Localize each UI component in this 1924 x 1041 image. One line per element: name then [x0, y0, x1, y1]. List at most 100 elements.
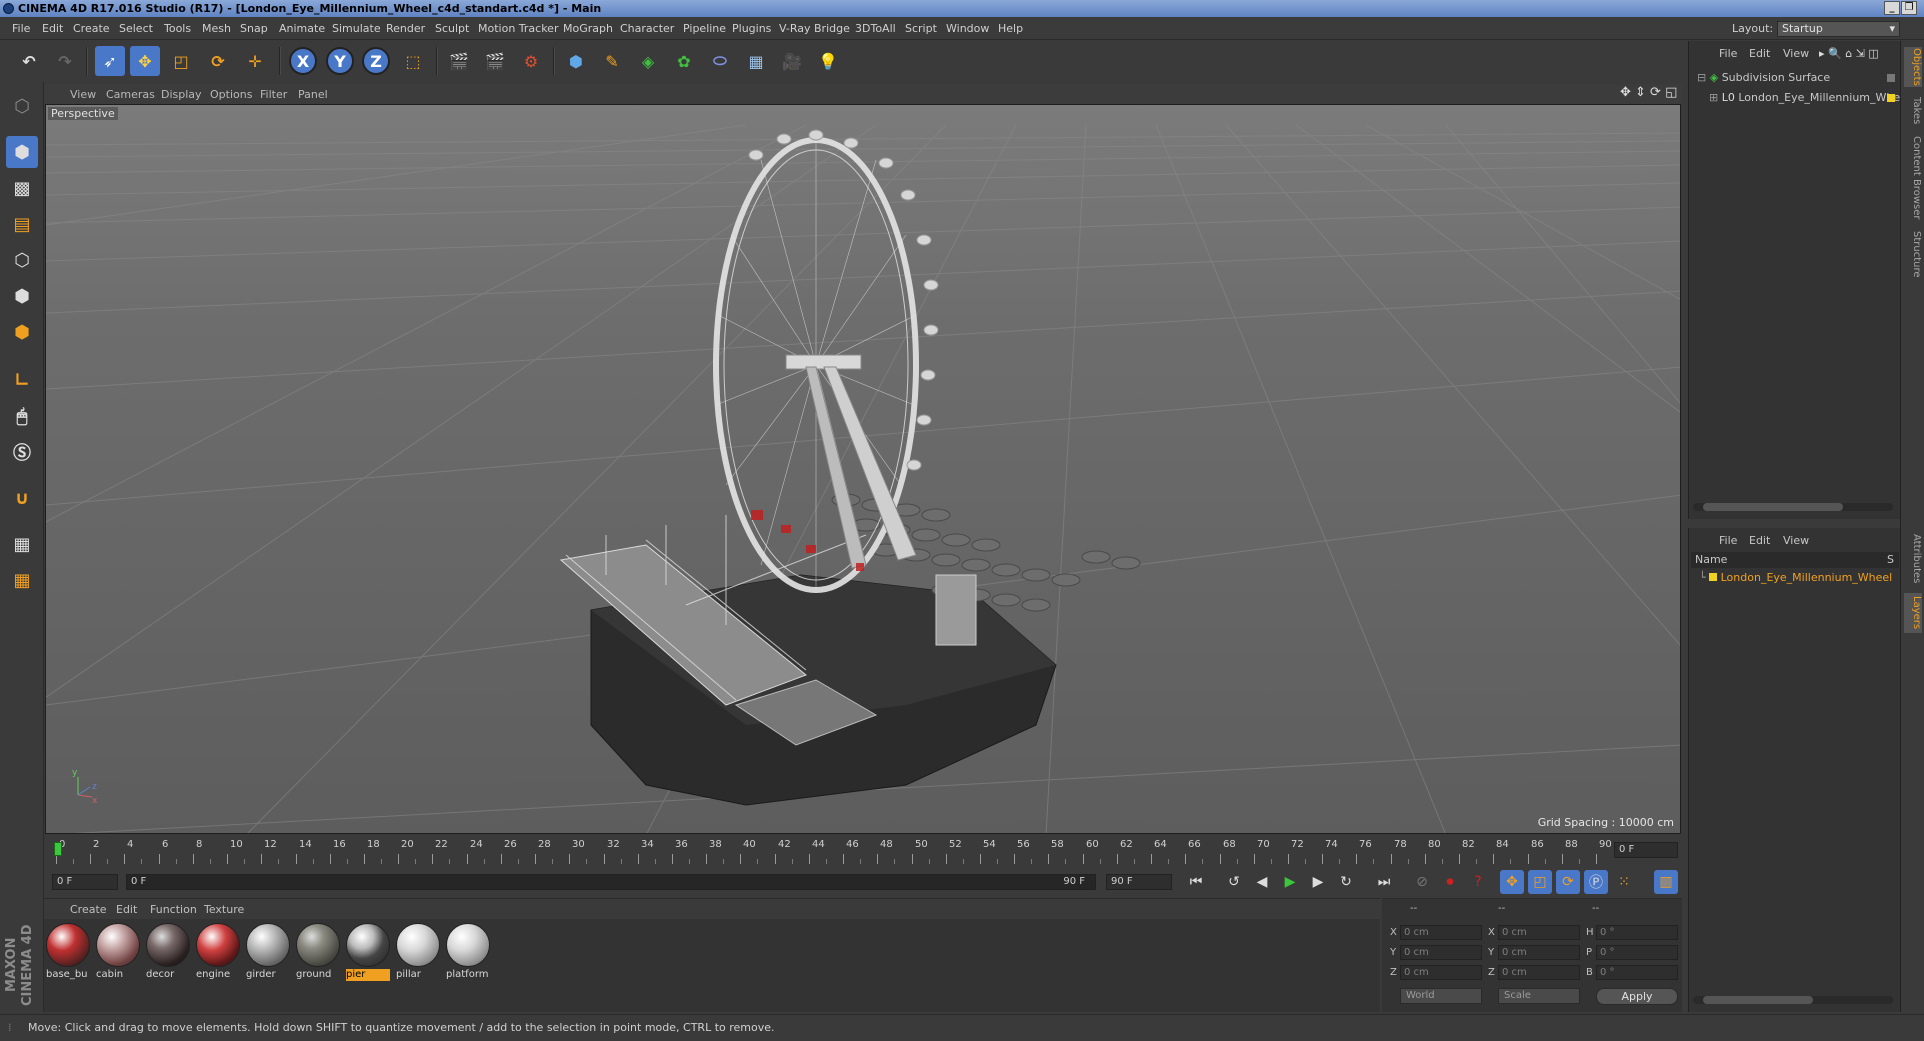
material-engine[interactable]: engine: [196, 923, 240, 981]
horizontal-scrollbar[interactable]: [1693, 503, 1893, 511]
material-girder[interactable]: girder: [246, 923, 290, 981]
next-frame-icon[interactable]: ▶: [1306, 870, 1330, 894]
workplane-align-icon[interactable]: ▦: [6, 564, 38, 596]
rot-h-field[interactable]: 0 °: [1596, 925, 1678, 940]
viewport-menu-view[interactable]: View: [70, 88, 96, 101]
floor-scene-icon[interactable]: ▦: [741, 46, 771, 76]
key-parameter-icon[interactable]: Ⓟ: [1584, 870, 1608, 894]
rot-p-field[interactable]: 0 °: [1596, 945, 1678, 960]
recent-tool-icon[interactable]: ✛: [240, 46, 270, 76]
menu-mograph[interactable]: MoGraph: [563, 22, 613, 35]
keyframe-selection-icon[interactable]: ?: [1466, 870, 1490, 894]
layer-color-swatch[interactable]: [1709, 573, 1718, 581]
menu-help[interactable]: Help: [998, 22, 1023, 35]
camera-icon[interactable]: 🎥: [777, 46, 807, 76]
tab-takes[interactable]: Takes: [1904, 93, 1922, 129]
menu-file[interactable]: File: [12, 22, 30, 35]
perspective-viewport[interactable]: y x z Perspective Grid Spacing : 10000 c…: [45, 104, 1681, 834]
tab-structure[interactable]: Structure: [1904, 227, 1922, 281]
rot-b-field[interactable]: 0 °: [1596, 965, 1678, 980]
material-menu-edit[interactable]: Edit: [116, 903, 137, 916]
autokey-icon[interactable]: ⏺: [1438, 870, 1462, 894]
play-icon[interactable]: ▶: [1278, 870, 1302, 894]
tree-item-subdivision-surface[interactable]: ⊟ ◈ Subdivision Surface: [1697, 70, 1830, 86]
object-menu-view[interactable]: View: [1783, 47, 1809, 60]
x-axis-lock-button[interactable]: X: [289, 47, 317, 75]
scale-icon[interactable]: ◰: [166, 46, 196, 76]
menu-character[interactable]: Character: [620, 22, 674, 35]
playhead-marker[interactable]: [54, 842, 62, 856]
move-icon[interactable]: ✥: [130, 46, 160, 76]
menu-animate[interactable]: Animate: [279, 22, 325, 35]
viewport-menu-display[interactable]: Display: [161, 88, 202, 101]
render-view-icon[interactable]: 🎬: [444, 46, 474, 76]
previous-frame-icon[interactable]: ◀: [1250, 870, 1274, 894]
menu-sculpt[interactable]: Sculpt: [435, 22, 469, 35]
timeline-ruler[interactable]: 0 2 4 6 8 10 12 14 16 18 20 22 24 26 28 30 32 34 36 38 40 42 4…: [44, 836, 1682, 866]
live-selection-icon[interactable]: ➶: [95, 46, 125, 76]
pos-z-field[interactable]: 0 cm: [1400, 965, 1482, 980]
size-z-field[interactable]: 0 cm: [1498, 965, 1580, 980]
menu-pipeline[interactable]: Pipeline: [683, 22, 726, 35]
go-to-end-icon[interactable]: ⏭: [1372, 870, 1396, 894]
object-manager-tool-icons[interactable]: ▸ 🔍 ⌂ ⇲ ◫: [1819, 47, 1879, 60]
tweak-mode-icon[interactable]: 🖱: [6, 400, 38, 432]
y-axis-lock-button[interactable]: Y: [326, 47, 354, 75]
menu-3dtoall[interactable]: 3DToAll: [855, 22, 896, 35]
menu-vray-bridge[interactable]: V-Ray Bridge: [779, 22, 850, 35]
undo-icon[interactable]: ↶: [14, 46, 44, 76]
material-menu-create[interactable]: Create: [70, 903, 107, 916]
collapse-icon[interactable]: ⊟: [1697, 71, 1706, 84]
make-editable-icon[interactable]: ⬡: [6, 90, 38, 122]
object-menu-file[interactable]: File: [1719, 47, 1737, 60]
layer-menu-file[interactable]: File: [1719, 534, 1737, 547]
snap-icon[interactable]: ∪: [6, 482, 38, 514]
go-to-start-icon[interactable]: ⏮: [1184, 870, 1208, 894]
timeline-window-icon[interactable]: ▥: [1654, 870, 1678, 894]
viewport-menu-filter[interactable]: Filter: [260, 88, 287, 101]
next-key-icon[interactable]: ↻: [1334, 870, 1358, 894]
visibility-dot[interactable]: [1887, 74, 1895, 82]
workplane-lock-icon[interactable]: ▦: [6, 528, 38, 560]
polygons-mode-icon[interactable]: ⬢: [6, 316, 38, 348]
current-frame-field[interactable]: 0 F: [1614, 842, 1678, 858]
menu-window[interactable]: Window: [946, 22, 989, 35]
viewport-menu-cameras[interactable]: Cameras: [106, 88, 155, 101]
material-pier[interactable]: pier: [346, 923, 390, 981]
menu-motion-tracker[interactable]: Motion Tracker: [478, 22, 558, 35]
viewport-camera-label[interactable]: Perspective: [48, 107, 118, 120]
layer-color-swatch[interactable]: [1887, 94, 1895, 102]
key-point-level-icon[interactable]: ⁙: [1612, 870, 1636, 894]
menu-select[interactable]: Select: [119, 22, 153, 35]
subdivision-generator-icon[interactable]: ◈: [633, 46, 663, 76]
material-menu-function[interactable]: Function: [150, 903, 197, 916]
material-pillar[interactable]: pillar: [396, 923, 440, 981]
name-column-header[interactable]: Name: [1695, 553, 1727, 566]
pen-spline-icon[interactable]: ✎: [597, 46, 627, 76]
tab-layers[interactable]: Layers: [1904, 593, 1922, 633]
light-icon[interactable]: 💡: [813, 46, 843, 76]
coordinate-system-icon[interactable]: ⬚: [398, 46, 428, 76]
material-cabin[interactable]: cabin: [96, 923, 140, 981]
viewport-nav-icons[interactable]: ✥ ⇕ ⟳ ◱: [1620, 85, 1677, 100]
deformer-icon[interactable]: ⬭: [705, 46, 735, 76]
pos-y-field[interactable]: 0 cm: [1400, 945, 1482, 960]
size-x-field[interactable]: 0 cm: [1498, 925, 1580, 940]
size-y-field[interactable]: 0 cm: [1498, 945, 1580, 960]
redo-icon[interactable]: ↷: [50, 46, 80, 76]
key-scale-icon[interactable]: ◰: [1528, 870, 1552, 894]
layer-row[interactable]: └ London_Eye_Millennium_Wheel: [1699, 570, 1892, 586]
tab-attributes[interactable]: Attributes: [1904, 531, 1922, 587]
record-active-icon[interactable]: ⊘: [1410, 870, 1434, 894]
rotate-icon[interactable]: ⟳: [203, 46, 233, 76]
texture-mode-icon[interactable]: ▩: [6, 172, 38, 204]
render-picture-viewer-icon[interactable]: 🎬: [480, 46, 510, 76]
cube-primitive-icon[interactable]: ⬢: [561, 46, 591, 76]
menu-render[interactable]: Render: [386, 22, 425, 35]
frame-range-slider[interactable]: 0 F 90 F: [126, 874, 1096, 890]
layer-menu-view[interactable]: View: [1783, 534, 1809, 547]
material-platform[interactable]: platform: [446, 923, 490, 981]
solo-mode-icon[interactable]: Ⓢ: [6, 436, 38, 468]
edges-mode-icon[interactable]: ⬢: [6, 280, 38, 312]
start-frame-field[interactable]: 0 F: [52, 874, 118, 890]
